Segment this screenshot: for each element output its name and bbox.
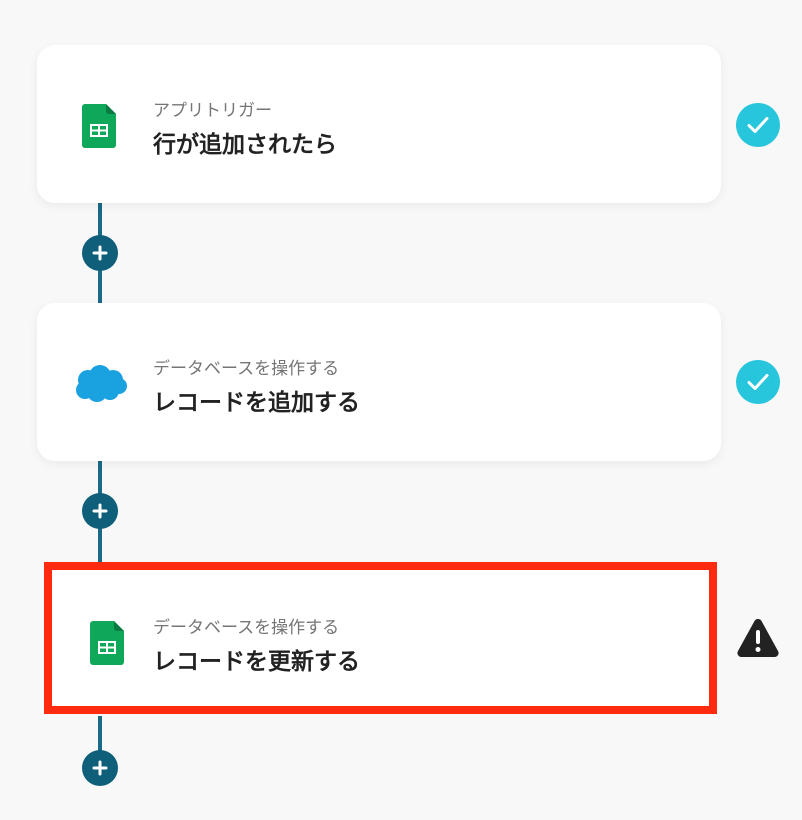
add-step-button[interactable]: [82, 493, 118, 529]
add-step-button[interactable]: [82, 235, 118, 271]
step-title: レコードを更新する: [153, 649, 360, 675]
flow-step-card[interactable]: アプリトリガー 行が追加されたら: [37, 45, 721, 203]
plus-icon: [92, 503, 108, 519]
step-category: データベースを操作する: [153, 618, 340, 638]
step-category: データベースを操作する: [153, 359, 340, 379]
warning-icon: [737, 618, 779, 658]
google-sheets-icon: [82, 104, 116, 148]
check-icon: [736, 360, 780, 404]
plus-icon: [92, 760, 108, 776]
step-title: レコードを追加する: [153, 390, 360, 416]
step-title: 行が追加されたら: [153, 132, 337, 158]
add-step-button[interactable]: [82, 750, 118, 786]
google-sheets-icon: [90, 621, 124, 665]
check-icon: [736, 103, 780, 147]
plus-icon: [92, 245, 108, 261]
flow-step-card-selected[interactable]: データベースを操作する レコードを更新する: [44, 562, 717, 714]
step-category: アプリトリガー: [153, 101, 272, 121]
flow-step-card[interactable]: データベースを操作する レコードを追加する: [37, 303, 721, 461]
salesforce-icon: [76, 365, 127, 402]
